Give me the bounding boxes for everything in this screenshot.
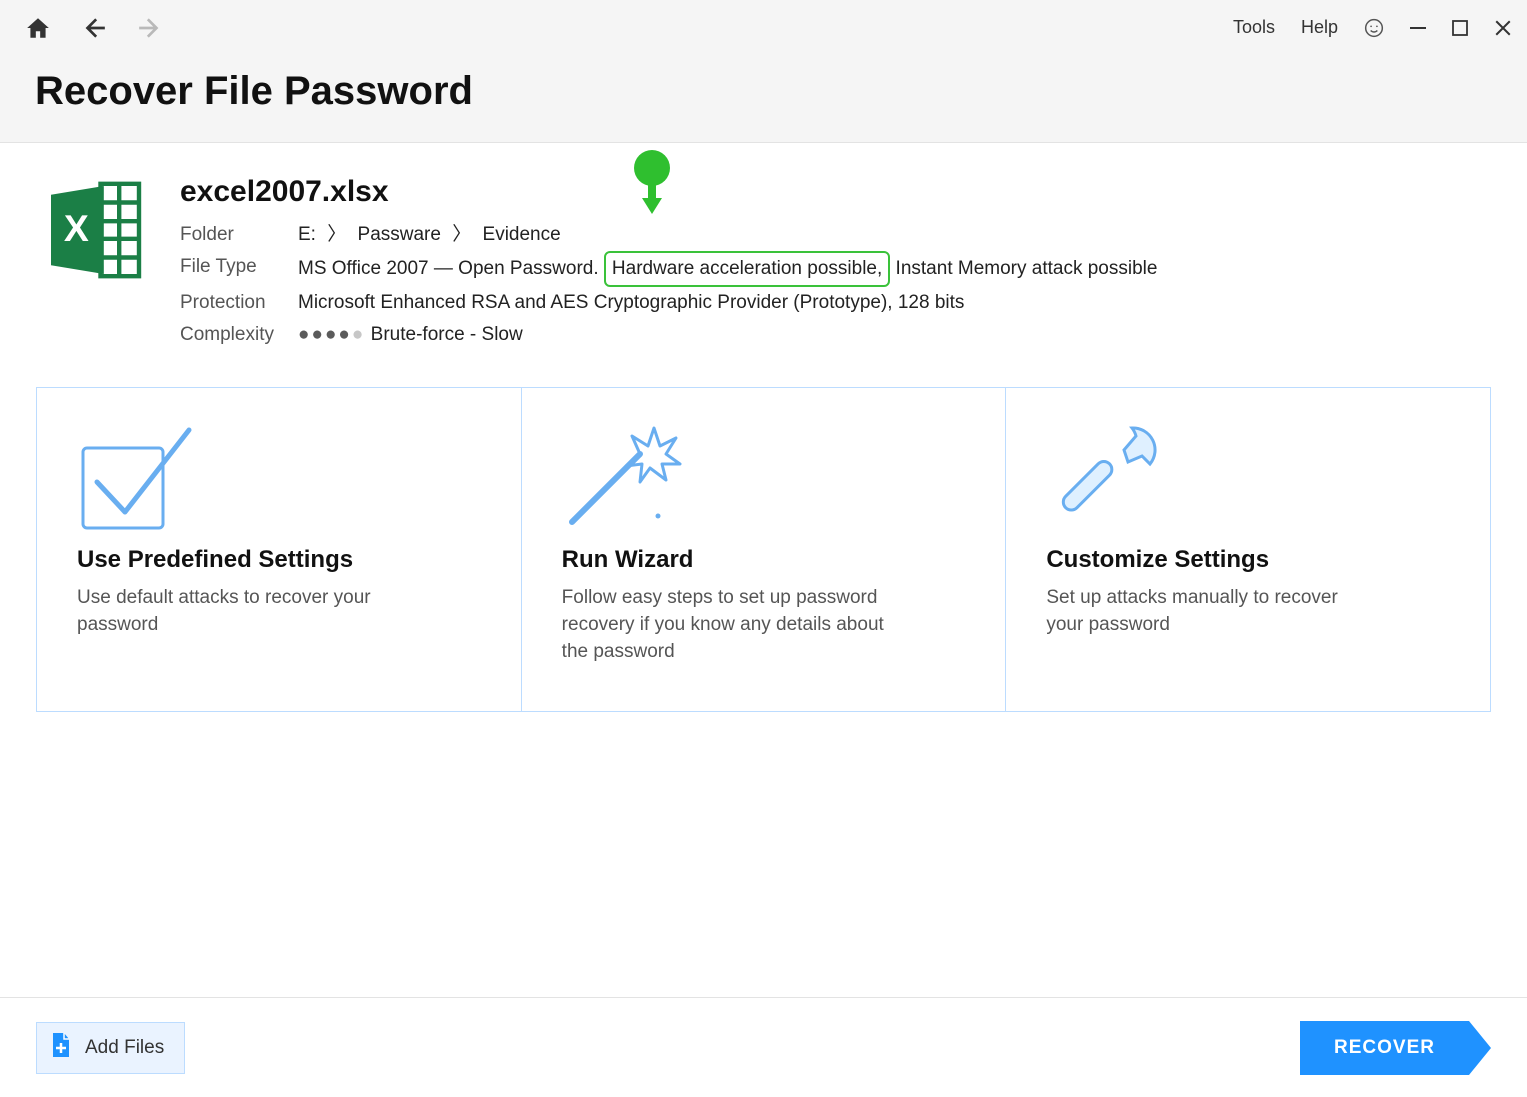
recover-label: RECOVER: [1334, 1037, 1435, 1058]
minimize-icon[interactable]: [1410, 20, 1426, 36]
maximize-icon[interactable]: [1452, 20, 1468, 36]
protection-label: Protection: [180, 287, 280, 319]
protection-value: Microsoft Enhanced RSA and AES Cryptogra…: [298, 287, 1527, 319]
wand-icon: [562, 422, 966, 532]
forward-icon: [137, 15, 163, 41]
title-bar: Tools Help: [0, 0, 1527, 55]
add-files-button[interactable]: Add Files: [36, 1022, 185, 1074]
card-customize-settings[interactable]: Customize Settings Set up attacks manual…: [1006, 388, 1490, 711]
card-desc: Follow easy steps to set up password rec…: [562, 584, 892, 665]
file-name: excel2007.xlsx: [180, 175, 1527, 209]
checkmark-icon: [77, 422, 481, 532]
hardware-accel-highlight: Hardware acceleration possible,: [604, 251, 890, 287]
complexity-text: Brute-force - Slow: [371, 324, 523, 345]
window-menu: Tools Help: [1233, 17, 1512, 38]
card-run-wizard[interactable]: Run Wizard Follow easy steps to set up p…: [522, 388, 1007, 711]
chevron-right-icon: [1469, 1021, 1491, 1075]
back-icon[interactable]: [81, 15, 107, 41]
footer-bar: Add Files RECOVER: [0, 997, 1527, 1097]
home-icon[interactable]: [25, 15, 51, 41]
recover-button[interactable]: RECOVER: [1300, 1021, 1491, 1075]
filetype-suffix: Instant Memory attack possible: [890, 258, 1157, 279]
card-predefined-settings[interactable]: Use Predefined Settings Use default atta…: [37, 388, 522, 711]
complexity-value: ●●●●● Brute-force - Slow: [298, 319, 1527, 351]
card-title: Customize Settings: [1046, 546, 1450, 574]
file-summary: X excel2007.xlsx Folder E: 〉 Passware 〉 …: [0, 143, 1527, 351]
help-menu[interactable]: Help: [1301, 17, 1338, 38]
filetype-value: MS Office 2007 — Open Password. Hardware…: [298, 251, 1527, 287]
excel-file-icon: X: [40, 175, 150, 285]
card-desc: Use default attacks to recover your pass…: [77, 584, 407, 638]
complexity-label: Complexity: [180, 319, 280, 351]
feedback-icon[interactable]: [1364, 18, 1384, 38]
folder-label: Folder: [180, 219, 280, 251]
page-header: Recover File Password: [0, 55, 1527, 143]
complexity-dots: ●●●●●: [298, 324, 365, 345]
tools-menu[interactable]: Tools: [1233, 17, 1275, 38]
close-icon[interactable]: [1494, 19, 1512, 37]
card-title: Run Wizard: [562, 546, 966, 574]
wrench-icon: [1046, 422, 1450, 532]
add-file-icon: [49, 1031, 73, 1065]
file-details: excel2007.xlsx Folder E: 〉 Passware 〉 Ev…: [180, 175, 1527, 351]
page-title: Recover File Password: [35, 69, 1527, 114]
svg-text:X: X: [64, 207, 89, 249]
card-title: Use Predefined Settings: [77, 546, 481, 574]
option-cards: Use Predefined Settings Use default atta…: [36, 387, 1491, 712]
filetype-prefix: MS Office 2007 — Open Password.: [298, 258, 604, 279]
filetype-label: File Type: [180, 251, 280, 287]
nav-controls: [25, 15, 163, 41]
folder-path: E: 〉 Passware 〉 Evidence: [298, 219, 1527, 251]
card-desc: Set up attacks manually to recover your …: [1046, 584, 1376, 638]
add-files-label: Add Files: [85, 1037, 164, 1059]
